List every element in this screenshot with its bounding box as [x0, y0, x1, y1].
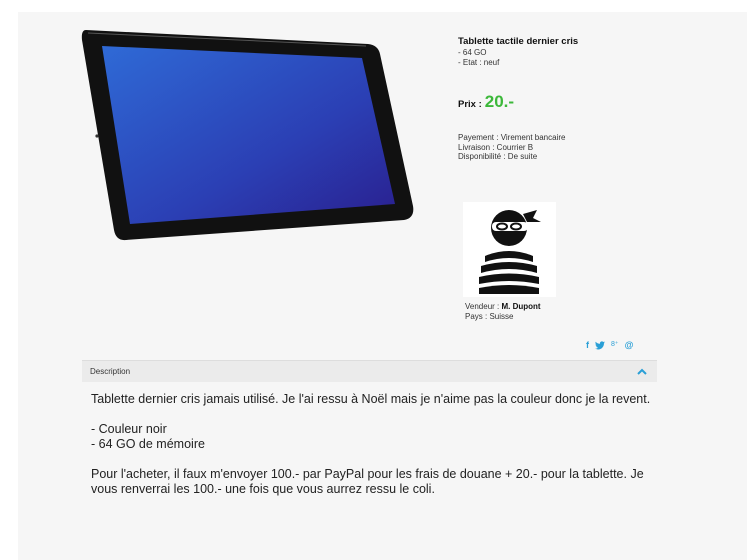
google-plus-icon[interactable]: 8⁺: [611, 339, 619, 351]
seller-line: Vendeur : M. Dupont: [465, 302, 541, 312]
spec-storage: - 64 GO: [458, 48, 487, 57]
description-color: - Couleur noir: [91, 422, 167, 436]
spec-condition: - Etat : neuf: [458, 57, 500, 67]
description-header[interactable]: Description: [82, 360, 657, 382]
description-memory: - 64 GO de mémoire: [91, 437, 205, 451]
description-paragraph: Tablette dernier cris jamais utilisé. Je…: [91, 392, 651, 406]
tablet-picture: [81, 30, 414, 241]
payment-method: Payement : Virement bancaire: [458, 133, 566, 142]
page: Tablette tactile dernier cris - 64 GO - …: [0, 0, 747, 560]
seller-label: Vendeur :: [465, 302, 500, 311]
delivery-method: Livraison : Courrier B: [458, 142, 534, 152]
product-title: Tablette tactile dernier cris: [458, 36, 579, 47]
price: Prix : 20.-: [458, 92, 514, 114]
email-icon[interactable]: @: [625, 339, 634, 351]
twitter-icon[interactable]: [595, 340, 605, 350]
description-body: Tablette dernier cris jamais utilisé. Je…: [91, 392, 661, 497]
seller-country: Pays : Suisse: [465, 311, 514, 321]
availability: Disponibilité : De suite: [458, 152, 538, 161]
description-paragraph: Pour l'acheter, il faux m'envoyer 100.- …: [91, 467, 644, 496]
price-value: 20.-: [484, 92, 515, 111]
seller-avatar[interactable]: [463, 202, 556, 297]
product-info: Tablette tactile dernier cris - 64 GO - …: [458, 36, 698, 67]
description-title: Description: [90, 367, 131, 376]
seller-info: Vendeur : M. Dupont Pays : Suisse: [465, 302, 541, 321]
sale-terms: Payement : Virement bancaire Livraison :…: [458, 133, 698, 162]
chevron-up-icon[interactable]: [636, 366, 648, 378]
product-image[interactable]: [80, 24, 416, 242]
ninja-avatar-icon: [479, 210, 541, 294]
seller-name[interactable]: M. Dupont: [501, 302, 540, 311]
facebook-icon[interactable]: f: [586, 339, 589, 351]
price-label: Prix :: [458, 99, 482, 110]
share-bar: f 8⁺ @: [586, 339, 633, 351]
